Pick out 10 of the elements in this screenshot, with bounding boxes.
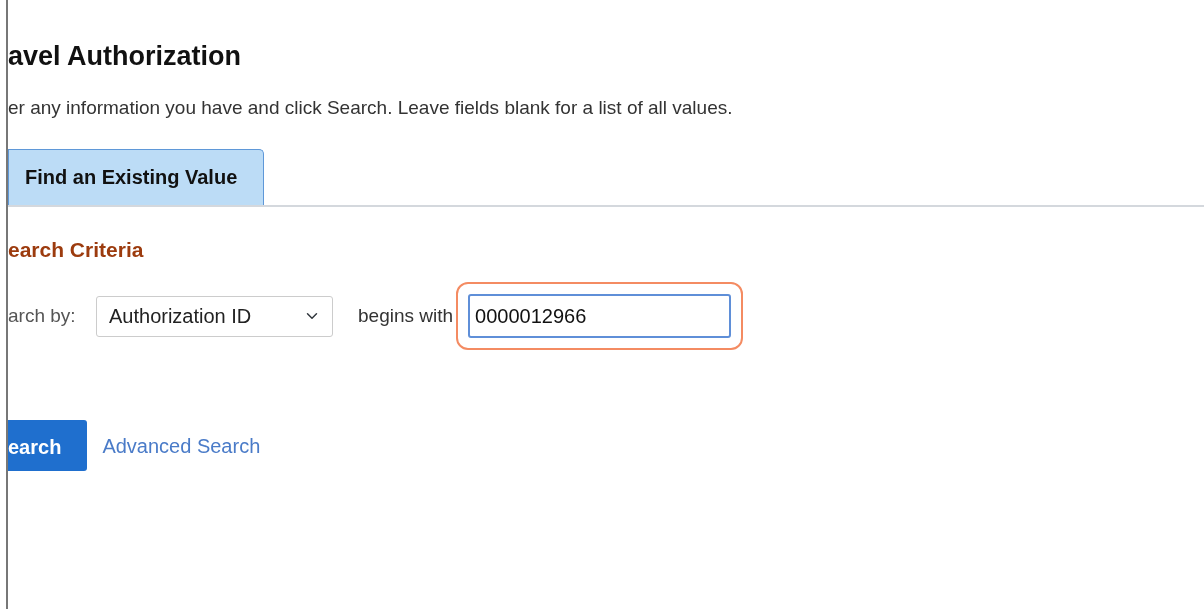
advanced-search-link[interactable]: Advanced Search [102, 430, 261, 461]
instruction-text: er any information you have and click Search. Leave fields blank for a list of all values. [8, 96, 734, 121]
input-field[interactable]: 0000012966 [468, 294, 732, 339]
field-label: arch by: [8, 303, 77, 328]
select-field[interactable]: Authorization ID [96, 295, 333, 337]
page-title: avel Authorization [8, 40, 243, 73]
search-button[interactable]: earch [8, 420, 88, 472]
operator-label: begins with [358, 303, 454, 328]
section-heading: earch Criteria [8, 236, 145, 263]
tab[interactable]: Find an Existing Value [8, 148, 265, 205]
